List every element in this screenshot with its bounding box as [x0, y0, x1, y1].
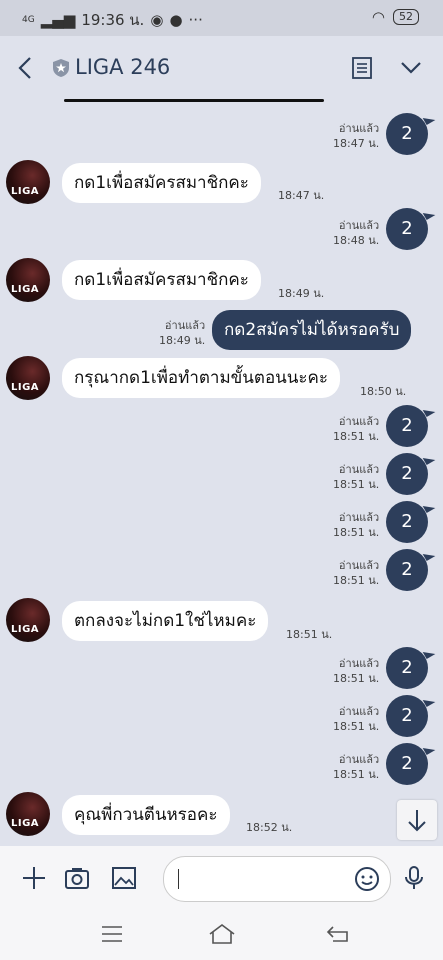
line-notification-icon: ◉ [150, 11, 164, 29]
read-receipt: อ่านแล้ว 18:51 น. [333, 414, 379, 444]
sticker-message[interactable]: 2 [386, 453, 428, 495]
message-composer [0, 846, 443, 910]
emoji-icon[interactable] [354, 866, 380, 892]
scroll-to-bottom-button[interactable] [397, 800, 437, 840]
read-receipt: อ่านแล้ว 18:47 น. [333, 121, 379, 151]
chat-title: LIGA 246 [75, 55, 171, 79]
system-navigation-bar [0, 910, 443, 960]
message-time: 18:51 น. [286, 628, 333, 641]
message-time: 18:47 น. [333, 137, 380, 150]
sticker-message[interactable]: 2 [386, 743, 428, 785]
read-receipt: อ่านแล้ว 18:51 น. [333, 704, 379, 734]
plus-icon[interactable] [20, 864, 48, 892]
back-nav-icon[interactable] [325, 924, 351, 944]
read-label: อ่านแล้ว [338, 415, 380, 428]
incoming-message-bubble[interactable]: กด1เพื่อสมัครสมาชิกคะ [62, 260, 261, 300]
sticker-message[interactable]: 2 [386, 208, 428, 250]
avatar[interactable]: LIGA [6, 792, 50, 836]
message-time: 18:49 น. [278, 287, 325, 300]
incoming-message-bubble[interactable]: คุณพี่กวนตีนหรอคะ [62, 795, 230, 835]
notes-icon[interactable] [351, 56, 373, 80]
image-icon[interactable] [110, 864, 138, 892]
sticker-message[interactable]: 2 [386, 695, 428, 737]
sticker-message[interactable]: 2 [386, 501, 428, 543]
message-time: 18:51 น. [333, 672, 380, 685]
more-notifications-icon: ··· [188, 11, 203, 29]
avatar-logo-text: LIGA [11, 284, 40, 295]
scroll-indicator [64, 99, 324, 102]
read-label: อ่านแล้ว [338, 511, 380, 524]
status-bar: 4G ▂▄▆ 19:36 น. ◉ ● ··· ◠ 52 [0, 0, 443, 36]
microphone-icon[interactable] [400, 864, 428, 892]
avatar-logo-text: LIGA [11, 382, 40, 393]
arrow-down-icon [408, 810, 426, 832]
menu-icon[interactable] [100, 924, 124, 944]
avatar[interactable]: LIGA [6, 356, 50, 400]
read-receipt: อ่านแล้ว 18:51 น. [333, 462, 379, 492]
message-time: 18:51 น. [333, 720, 380, 733]
read-label: อ่านแล้ว [338, 705, 380, 718]
avatar-logo-text: LIGA [11, 186, 40, 197]
incoming-message-bubble[interactable]: กรุณากด1เพื่อทำตามขั้นตอนนะคะ [62, 358, 341, 398]
network-label: 4G [22, 15, 35, 25]
message-time: 18:51 น. [333, 574, 380, 587]
read-label: อ่านแล้ว [164, 319, 206, 332]
home-icon[interactable] [207, 922, 237, 946]
sticker-message[interactable]: 2 [386, 647, 428, 689]
read-receipt: อ่านแล้ว 18:51 น. [333, 656, 379, 686]
read-label: อ่านแล้ว [338, 657, 380, 670]
avatar[interactable]: LIGA [6, 160, 50, 204]
message-time: 18:47 น. [278, 189, 325, 202]
message-time: 18:52 น. [246, 821, 293, 834]
read-label: อ่านแล้ว [338, 463, 380, 476]
status-time: 19:36 น. [81, 11, 145, 29]
message-time: 18:51 น. [333, 768, 380, 781]
incoming-message-bubble[interactable]: ตกลงจะไม่กด1ใช่ไหมคะ [62, 601, 269, 641]
wifi-icon: ◠ [371, 8, 385, 26]
camera-icon[interactable] [63, 864, 91, 892]
read-receipt: อ่านแล้ว 18:48 น. [333, 218, 379, 248]
message-time: 18:51 น. [333, 526, 380, 539]
read-label: อ่านแล้ว [338, 559, 380, 572]
message-time: 18:51 น. [333, 430, 380, 443]
chevron-down-icon[interactable] [399, 56, 423, 80]
read-receipt: อ่านแล้ว 18:51 น. [333, 510, 379, 540]
message-time: 18:49 น. [159, 334, 206, 347]
sticker-message[interactable]: 2 [386, 113, 428, 155]
official-account-shield-icon [53, 59, 69, 77]
incoming-message-bubble[interactable]: กด1เพื่อสมัครสมาชิกคะ [62, 163, 261, 203]
read-label: อ่านแล้ว [338, 753, 380, 766]
sticker-message[interactable]: 2 [386, 405, 428, 447]
avatar-logo-text: LIGA [11, 818, 40, 829]
chat-header: LIGA 246 [0, 36, 443, 102]
message-time: 18:50 น. [360, 385, 407, 398]
avatar[interactable]: LIGA [6, 598, 50, 642]
read-receipt: อ่านแล้ว 18:51 น. [333, 558, 379, 588]
sticker-message[interactable]: 2 [386, 549, 428, 591]
back-icon[interactable] [14, 54, 38, 82]
read-label: อ่านแล้ว [338, 219, 380, 232]
chat-notification-icon: ● [169, 11, 183, 29]
read-receipt: อ่านแล้ว 18:51 น. [333, 752, 379, 782]
signal-icon: ▂▄▆ [40, 11, 76, 29]
text-cursor [178, 869, 179, 889]
avatar[interactable]: LIGA [6, 258, 50, 302]
message-time: 18:48 น. [333, 234, 380, 247]
avatar-logo-text: LIGA [11, 624, 40, 635]
message-time: 18:51 น. [333, 478, 380, 491]
read-receipt: อ่านแล้ว 18:49 น. [159, 318, 205, 348]
battery-indicator: 52 [393, 9, 419, 25]
message-input[interactable] [163, 856, 391, 902]
read-label: อ่านแล้ว [338, 122, 380, 135]
outgoing-message-bubble[interactable]: กด2สมัครไม่ได้หรอครับ [212, 310, 412, 350]
